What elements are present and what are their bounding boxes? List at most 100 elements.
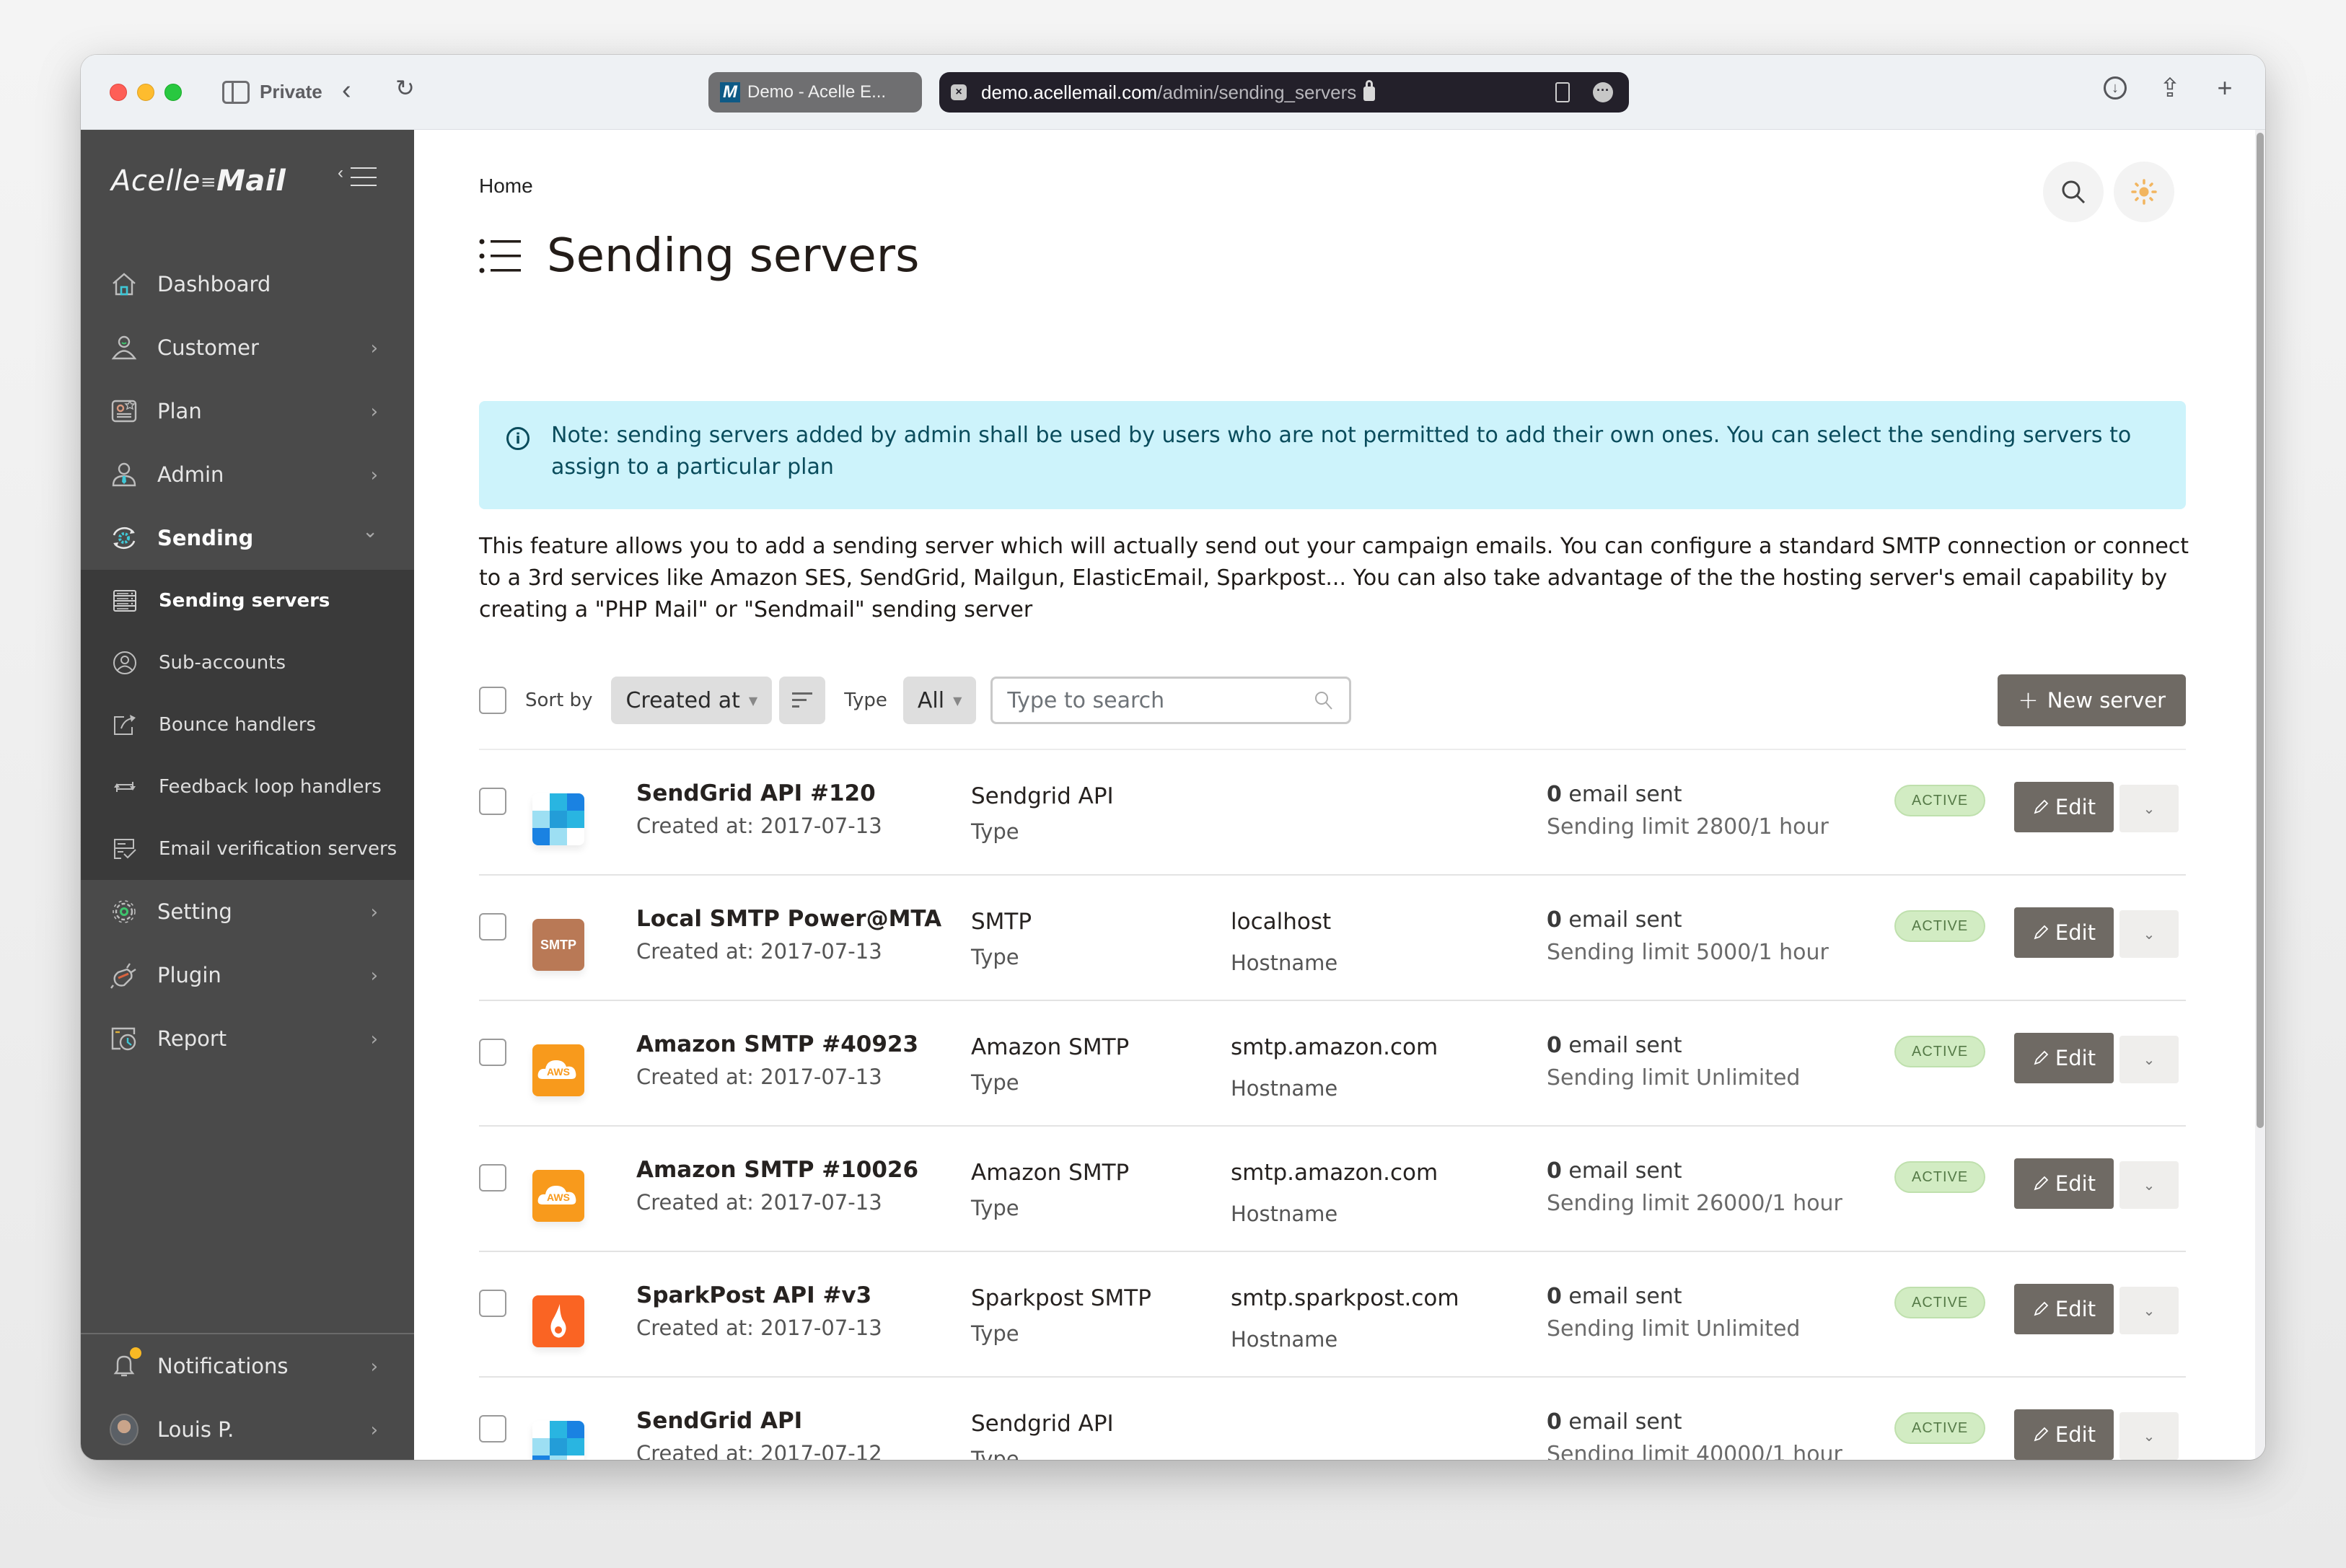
bell-icon [110, 1347, 141, 1380]
sidebar-item-feedback-loop-handlers[interactable]: Feedback loop handlers [81, 756, 414, 818]
sidebar-item-bounce-handlers[interactable]: Bounce handlers [81, 694, 414, 756]
url-path: /admin/sending_servers [1157, 81, 1357, 103]
sidebar-item-setting[interactable]: Setting › [81, 880, 414, 943]
sort-by-select[interactable]: Created at ▼ [611, 677, 773, 724]
collapse-sidebar-button[interactable]: ‹ [338, 163, 377, 192]
pencil-icon [2034, 799, 2049, 814]
sent-count: 0 [1547, 1409, 1562, 1435]
server-hostname-column: smtp.amazon.com Hostname [1231, 1160, 1438, 1226]
address-bar[interactable]: × demo.acellemail.com /admin/sending_ser… [939, 72, 1629, 113]
row-actions-dropdown[interactable]: ⌄ [2119, 1161, 2179, 1209]
sidebar-item-dashboard[interactable]: Dashboard [81, 252, 414, 316]
sidebar-item-user[interactable]: Louis P. › [81, 1398, 414, 1460]
server-type-column: Amazon SMTP Type [971, 1160, 1129, 1220]
sidebar-item-sending[interactable]: Sending ⌄ [81, 506, 414, 570]
chevron-right-icon: › [370, 464, 378, 486]
server-name[interactable]: Local SMTP Power@MTA [636, 906, 941, 932]
sidebar-item-notifications[interactable]: Notifications › [81, 1334, 414, 1398]
reload-icon[interactable]: ↻ [395, 76, 415, 100]
new-server-button[interactable]: + New server [1998, 674, 2186, 726]
server-name[interactable]: Amazon SMTP #10026 [636, 1157, 918, 1183]
scrollbar-thumb[interactable] [2257, 133, 2264, 1128]
edit-button[interactable]: Edit [2014, 1158, 2114, 1209]
app-logo[interactable]: Acelle≡Mail [111, 164, 286, 198]
sort-direction-button[interactable] [779, 677, 826, 724]
sidebar-item-plugin[interactable]: Plugin › [81, 943, 414, 1007]
sending-limit: Sending limit 5000/1 hour [1547, 940, 1829, 965]
row-actions-dropdown[interactable]: ⌄ [2119, 1036, 2179, 1083]
chevron-down-icon: ⌄ [2143, 1428, 2156, 1445]
server-name-column: SparkPost API #v3 Created at: 2017-07-13 [636, 1282, 882, 1340]
row-checkbox[interactable] [479, 1164, 506, 1192]
row-checkbox[interactable] [479, 913, 506, 941]
sidebar-item-sub-accounts[interactable]: Sub-accounts [81, 632, 414, 694]
window-controls [110, 84, 182, 101]
sidebar-toggle-icon[interactable] [222, 81, 250, 104]
status-badge: ACTIVE [1894, 1412, 1986, 1444]
row-actions-dropdown[interactable]: ⌄ [2119, 1412, 2179, 1460]
status-badge: ACTIVE [1894, 910, 1986, 942]
customer-icon [110, 333, 139, 362]
sidebar-item-admin[interactable]: Admin › [81, 443, 414, 506]
new-tab-icon[interactable]: + [2210, 74, 2239, 102]
server-name[interactable]: SendGrid API [636, 1408, 882, 1434]
row-actions-dropdown[interactable]: ⌄ [2119, 910, 2179, 958]
server-type-column: Sendgrid API Type [971, 1411, 1114, 1460]
pencil-icon [2034, 1176, 2049, 1191]
avatar [110, 1414, 139, 1445]
edit-button[interactable]: Edit [2014, 782, 2114, 832]
menu-lines-icon [351, 167, 377, 186]
more-options-icon[interactable]: ··· [1593, 82, 1613, 102]
logo-text-bold: Mail [216, 164, 286, 198]
edit-button[interactable]: Edit [2014, 1284, 2114, 1334]
server-type-column: SMTP Type [971, 909, 1032, 969]
edit-button[interactable]: Edit [2014, 907, 2114, 958]
edit-button[interactable]: Edit [2014, 1409, 2114, 1460]
logo-text: Acelle [111, 164, 201, 198]
sort-by-value: Created at [625, 687, 740, 713]
row-checkbox[interactable] [479, 1039, 506, 1066]
sidebar-item-plan[interactable]: Plan › [81, 379, 414, 443]
server-row: SendGrid API #120 Created at: 2017-07-13… [479, 750, 2186, 876]
chevron-down-icon: ⌄ [2143, 801, 2156, 817]
server-name[interactable]: Amazon SMTP #40923 [636, 1031, 918, 1057]
server-name-column: SendGrid API #120 Created at: 2017-07-13 [636, 780, 882, 838]
private-label: Private [260, 81, 322, 102]
sending-limit: Sending limit 2800/1 hour [1547, 814, 1829, 840]
server-list: SendGrid API #120 Created at: 2017-07-13… [479, 749, 2186, 1460]
share-icon[interactable]: ⇪ [2156, 74, 2184, 102]
edit-button[interactable]: Edit [2014, 1033, 2114, 1083]
row-checkbox[interactable] [479, 1290, 506, 1317]
sidebar-item-sending-servers[interactable]: Sending servers [81, 570, 414, 632]
server-name[interactable]: SendGrid API #120 [636, 780, 882, 806]
close-window-button[interactable] [110, 84, 127, 101]
main-content: Home Sending servers i Note: sending ser… [414, 130, 2265, 1460]
browser-tab[interactable]: M Demo - Acelle E... [708, 72, 922, 113]
breadcrumb[interactable]: Home [479, 175, 533, 198]
pencil-icon [2034, 1050, 2049, 1065]
sidebar-item-customer[interactable]: Customer › [81, 316, 414, 379]
tab-close-icon[interactable]: × [951, 84, 967, 100]
row-actions-dropdown[interactable]: ⌄ [2119, 785, 2179, 832]
sidebar-item-label: Sending [157, 526, 254, 550]
maximize-window-button[interactable] [164, 84, 182, 101]
minimize-window-button[interactable] [137, 84, 154, 101]
downloads-icon[interactable]: ↓ [2101, 74, 2130, 102]
select-all-checkbox[interactable] [479, 687, 506, 714]
server-name-column: Local SMTP Power@MTA Created at: 2017-07… [636, 906, 941, 964]
reader-mode-icon[interactable] [1555, 82, 1570, 102]
sidebar-item-report[interactable]: Report › [81, 1007, 414, 1070]
scrollbar[interactable] [2255, 130, 2265, 1460]
type-filter-select[interactable]: All ▼ [902, 677, 977, 724]
search-button[interactable] [2043, 162, 2104, 222]
theme-toggle-button[interactable] [2114, 162, 2174, 222]
sidebar-item-email-verification-servers[interactable]: Email verification servers [81, 818, 414, 880]
row-actions-dropdown[interactable]: ⌄ [2119, 1287, 2179, 1334]
sub-account-icon [113, 651, 137, 675]
back-arrow-icon[interactable]: ‹ [342, 76, 351, 104]
row-checkbox[interactable] [479, 1415, 506, 1443]
row-checkbox[interactable] [479, 788, 506, 815]
server-name[interactable]: SparkPost API #v3 [636, 1282, 882, 1308]
search-field[interactable] [990, 677, 1352, 724]
search-input[interactable] [1007, 687, 1296, 713]
